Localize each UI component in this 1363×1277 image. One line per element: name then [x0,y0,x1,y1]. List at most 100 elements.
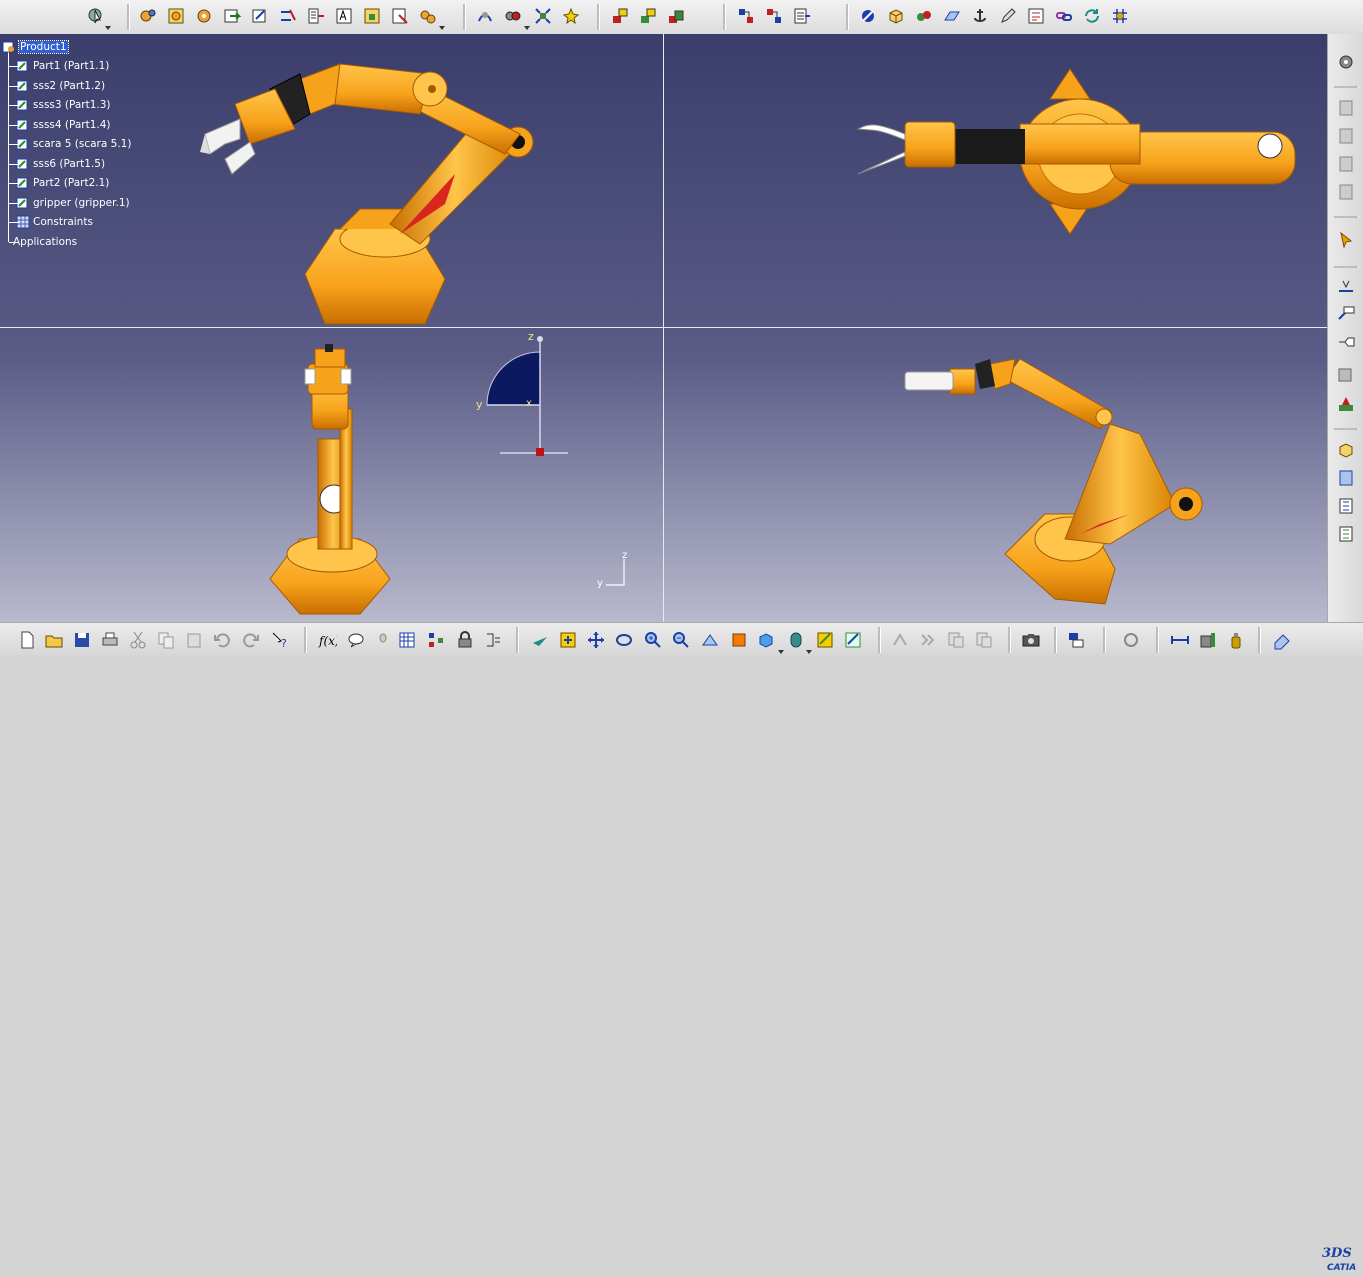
explode-icon[interactable] [533,6,553,26]
tree-structure-icon[interactable] [1336,524,1356,544]
anchor-icon[interactable] [970,6,990,26]
lightbulb-icon[interactable] [373,630,393,650]
iso-view-icon[interactable] [729,630,749,650]
scenes-icon[interactable] [1336,364,1356,384]
constraint-offset-icon[interactable] [666,6,686,26]
tree-structure-icon[interactable] [1336,496,1356,516]
quick-view-cube-icon[interactable] [756,630,776,650]
multi-document-icon[interactable] [946,630,966,650]
grid-icon[interactable] [1110,6,1130,26]
assembly-features-icon[interactable] [914,6,934,26]
manage-representations-icon[interactable] [390,6,410,26]
undo-icon[interactable] [212,630,232,650]
tree-item[interactable]: ssss4 (Part1.4) [2,116,111,134]
paste-icon[interactable] [184,630,204,650]
catalog-icon[interactable] [1336,126,1356,146]
select-cursor-icon[interactable] [1336,230,1356,250]
lock-icon[interactable] [455,630,475,650]
compass-widget[interactable] [486,336,568,456]
existing-component-icon[interactable] [250,6,270,26]
measure-icon[interactable] [858,6,878,26]
new-product-icon[interactable] [194,6,214,26]
gears-icon[interactable] [1336,52,1356,72]
fit-all-in-icon[interactable] [558,630,578,650]
table-icon[interactable] [397,630,417,650]
camera-icon[interactable] [1021,630,1041,650]
selective-load-icon[interactable] [362,6,382,26]
cut-icon[interactable] [128,630,148,650]
cube-icon[interactable] [886,6,906,26]
whats-this-help-icon[interactable]: ? [270,630,290,650]
link-icon[interactable] [1054,6,1074,26]
tree-item[interactable]: sss6 (Part1.5) [2,155,105,173]
dimension-icon[interactable] [1170,630,1190,650]
redo-icon[interactable] [241,630,261,650]
zoom-out-icon[interactable] [671,630,691,650]
constraint-contact-icon[interactable] [638,6,658,26]
multi-document-icon[interactable] [974,630,994,650]
bill-of-material-icon[interactable] [792,6,812,26]
3d-viewport[interactable]: z y x z y Product1 Part1 (Part1.1) sss2 … [0,34,1327,622]
axis-v-icon[interactable] [1336,276,1356,296]
tree-item[interactable]: Part1 (Part1.1) [2,57,109,75]
new-part-icon[interactable] [222,6,242,26]
annotation-text-icon[interactable] [1336,304,1356,324]
insert-part-icon[interactable] [1336,440,1356,460]
print-icon[interactable] [100,630,120,650]
flag-note-icon[interactable] [1336,332,1356,352]
rotate-icon[interactable] [614,630,634,650]
new-file-icon[interactable] [17,630,37,650]
normal-view-icon[interactable] [700,630,720,650]
tree-item[interactable]: Part2 (Part2.1) [2,174,109,192]
open-folder-icon[interactable] [44,630,64,650]
enhanced-scene-icon[interactable] [1336,394,1356,414]
constraint-coincidence-icon[interactable] [610,6,630,26]
tree-item-constraints[interactable]: Constraints [2,213,93,231]
bottle-icon[interactable] [1226,630,1246,650]
catalog-icon[interactable] [1336,154,1356,174]
manipulation-icon[interactable] [475,6,495,26]
new-component-icon[interactable] [166,6,186,26]
save-icon[interactable] [72,630,92,650]
tree-item[interactable]: gripper (gripper.1) [2,194,130,212]
multi-instantiation-icon[interactable] [418,6,438,26]
shading-icon[interactable] [786,630,806,650]
parameters-icon[interactable] [483,630,503,650]
plane-icon[interactable] [942,6,962,26]
analyze-icon[interactable] [890,630,910,650]
machine-icon[interactable] [1198,630,1218,650]
forward-icon[interactable] [918,630,938,650]
tree-item-applications[interactable]: Applications [2,233,77,251]
knowledge-advisor-icon[interactable] [346,630,366,650]
publication-icon[interactable] [1336,468,1356,488]
eraser-icon[interactable] [1272,630,1292,650]
generate-numbering-icon[interactable] [334,6,354,26]
pencil-icon[interactable] [998,6,1018,26]
zoom-in-icon[interactable] [643,630,663,650]
stop-manipulate-on-clash-icon[interactable] [561,6,581,26]
tree-root-product1[interactable]: Product1 [2,38,69,56]
clash-analysis-icon[interactable] [736,6,756,26]
fly-mode-icon[interactable] [530,630,550,650]
select-arrow-icon[interactable] [86,6,106,26]
copy-icon[interactable] [156,630,176,650]
cycle-icon[interactable] [1121,630,1141,650]
formula-fx-icon[interactable]: f(x) [317,630,337,650]
tree-item[interactable]: ssss3 (Part1.3) [2,96,111,114]
catalog-icon[interactable] [1336,182,1356,202]
snap-icon[interactable] [503,6,523,26]
sectioning-icon[interactable] [764,6,784,26]
replace-component-icon[interactable] [278,6,298,26]
gears-icon[interactable] [138,6,158,26]
hierarchy-icon[interactable] [426,630,446,650]
tree-item[interactable]: scara 5 (scara 5.1) [2,135,131,153]
properties-icon[interactable] [1026,6,1046,26]
publish-icon[interactable] [1066,630,1086,650]
pan-icon[interactable] [586,630,606,650]
hide-show-icon[interactable] [815,630,835,650]
update-icon[interactable] [1082,6,1102,26]
graph-tree-reorder-icon[interactable] [306,6,326,26]
catalog-icon[interactable] [1336,98,1356,118]
tree-item[interactable]: sss2 (Part1.2) [2,77,105,95]
swap-visible-space-icon[interactable] [843,630,863,650]
